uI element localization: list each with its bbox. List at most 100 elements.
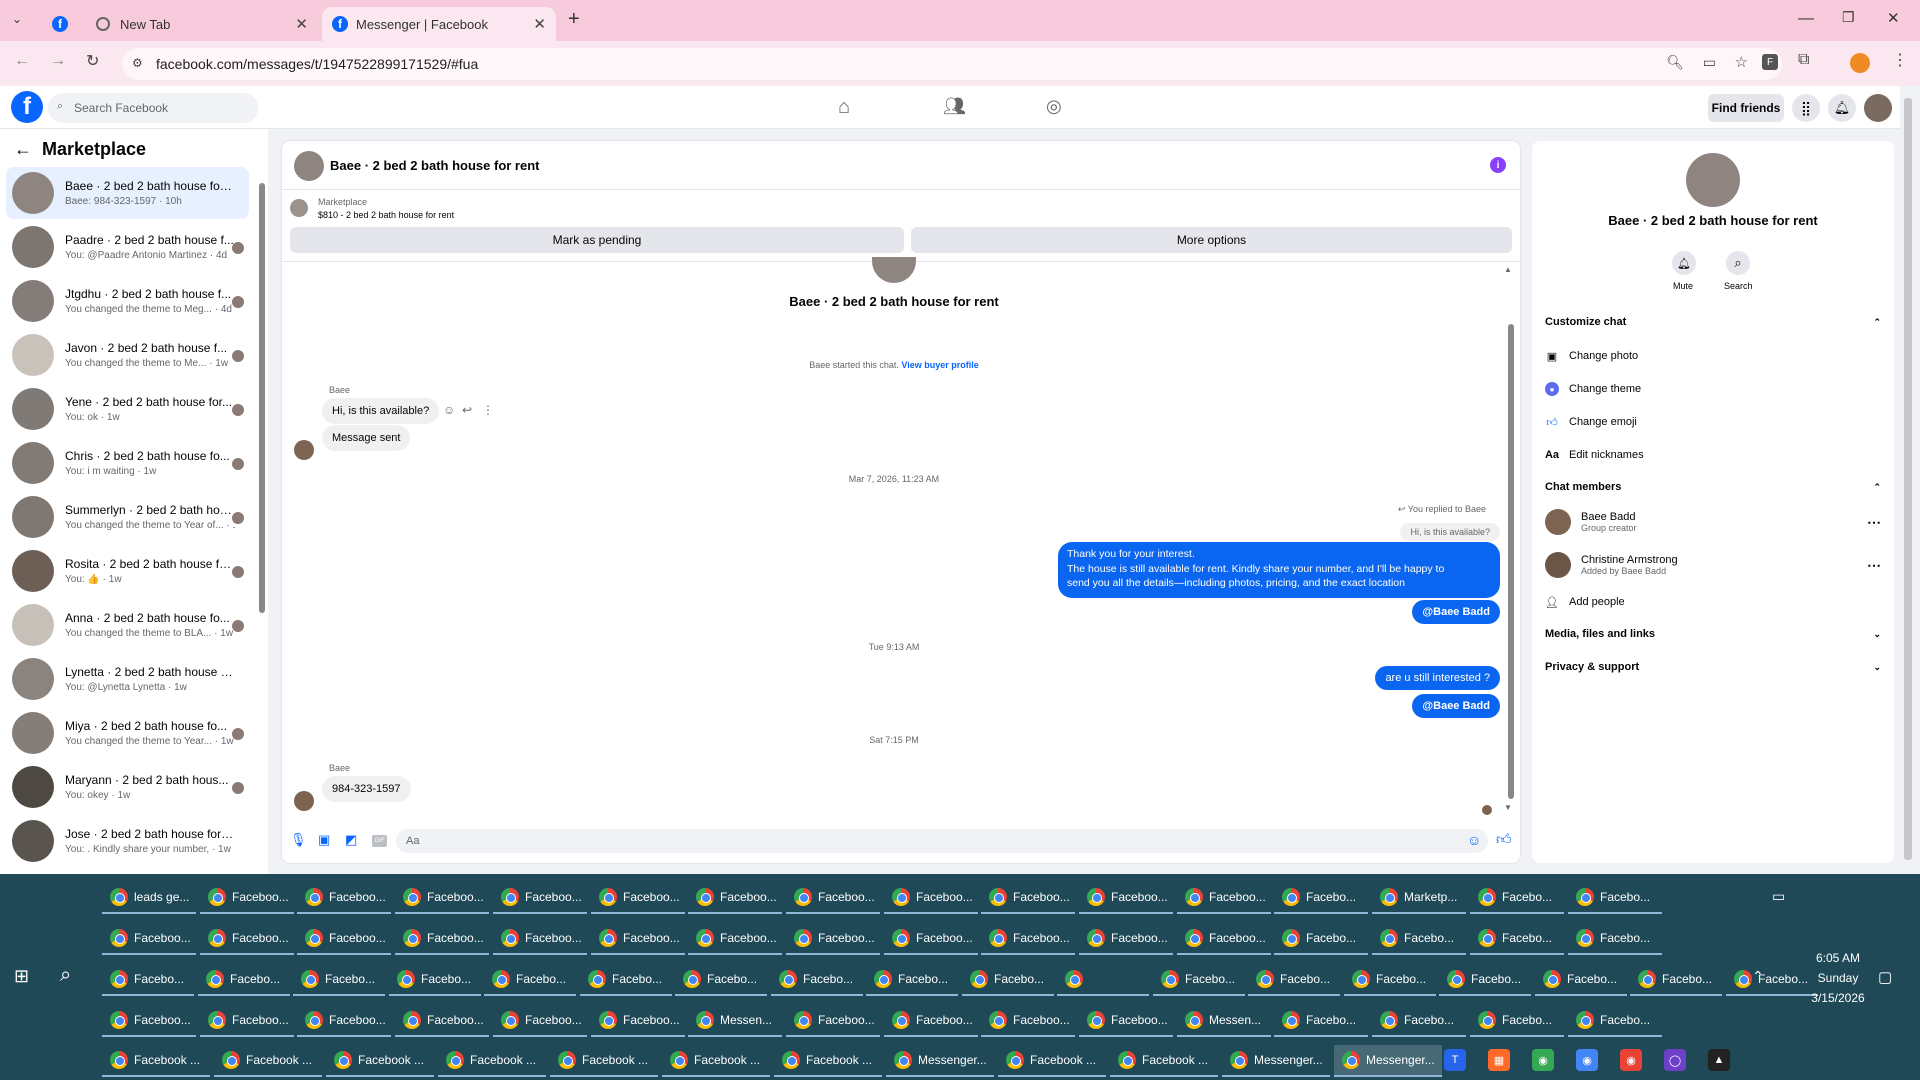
message-bubble[interactable]: Hi, is this available? xyxy=(322,398,440,424)
photo-icon[interactable]: ▣ xyxy=(318,832,330,848)
taskbar-window-button[interactable]: Facebo... xyxy=(198,964,290,996)
reply-message-bubble[interactable]: Thank you for your interest. The house i… xyxy=(1058,542,1500,598)
conversation-item[interactable]: Javon · 2 bed 2 bath house f... You chang… xyxy=(6,329,249,381)
taskbar-window-button[interactable]: Faceboo... xyxy=(493,923,587,955)
windows-start-icon[interactable]: ⊞ xyxy=(14,966,29,987)
taskbar-window-button[interactable]: Facebo... xyxy=(1630,964,1722,996)
pinned-app-icon[interactable]: ◉ xyxy=(1620,1049,1642,1071)
conversation-item[interactable]: Paadre · 2 bed 2 bath house f... You: @Pa… xyxy=(6,221,249,273)
sticker-icon[interactable]: ◩ xyxy=(345,832,357,848)
taskbar-window-button[interactable]: Faceboo... xyxy=(102,1005,196,1037)
taskbar-window-button[interactable]: Faceboo... xyxy=(200,1005,294,1037)
mention-bubble[interactable]: @Baee Badd xyxy=(1412,694,1500,718)
change-emoji-item[interactable]: 👍︎ Change emoji xyxy=(1545,415,1637,429)
conversation-item[interactable]: Miya · 2 bed 2 bath house fo... You chang… xyxy=(6,707,249,759)
groups-icon[interactable]: ◎ xyxy=(1046,96,1062,117)
taskbar-window-button[interactable]: Facebo... xyxy=(1372,923,1466,955)
group-avatar[interactable] xyxy=(1686,153,1740,207)
pinned-app-icon[interactable]: ▦ xyxy=(1488,1049,1510,1071)
show-desktop-icon[interactable]: ▭ xyxy=(1772,888,1785,905)
tab-search-chevron-icon[interactable]: ⌄ xyxy=(12,12,22,26)
tab-messenger[interactable]: f Messenger | Facebook ✕ xyxy=(322,7,556,41)
taskbar-window-button[interactable]: Faceboo... xyxy=(884,1005,978,1037)
member-row[interactable]: Baee Badd Group creator ⋯ xyxy=(1545,509,1881,535)
back-arrow-icon[interactable]: ← xyxy=(14,139,32,160)
close-tab-icon[interactable]: ✕ xyxy=(295,15,308,33)
taskbar-window-button[interactable]: Facebo... xyxy=(1470,882,1564,914)
page-scrollbar[interactable] xyxy=(1904,98,1912,860)
more-options-button[interactable]: More options xyxy=(911,227,1512,253)
taskbar-window-button[interactable]: Marketp... xyxy=(1372,882,1466,914)
taskbar-window-button[interactable]: Facebo... xyxy=(1568,923,1662,955)
list-scrollbar[interactable] xyxy=(259,183,265,613)
taskbar-window-button[interactable]: Facebo... xyxy=(866,964,958,996)
tab-new-tab[interactable]: New Tab ✕ xyxy=(86,7,318,41)
taskbar-window-button[interactable]: Facebo... xyxy=(580,964,672,996)
taskbar-window-button[interactable]: Faceboo... xyxy=(591,882,685,914)
install-icon[interactable]: ▭ xyxy=(1703,54,1716,71)
minimize-icon[interactable]: — xyxy=(1798,10,1814,28)
bookmark-star-icon[interactable]: ☆ xyxy=(1735,53,1748,71)
chrome-menu-icon[interactable]: ⋮ xyxy=(1892,50,1908,70)
edit-nicknames-item[interactable]: Aa Edit nicknames xyxy=(1545,448,1644,462)
taskbar-window-button[interactable]: Messenger... xyxy=(1222,1045,1330,1077)
taskbar-window-button[interactable]: Faceboo... xyxy=(1079,923,1173,955)
extension-icon[interactable]: F xyxy=(1762,54,1778,70)
scroll-up-icon[interactable]: ▲ xyxy=(1504,265,1512,274)
pinned-app-icon[interactable]: ▲ xyxy=(1708,1049,1730,1071)
taskbar-window-button[interactable]: leads ge... xyxy=(102,882,196,914)
message-bubble[interactable]: Message sent xyxy=(322,425,411,451)
taskbar-window-button[interactable]: Faceboo... xyxy=(493,1005,587,1037)
taskbar-window-button[interactable]: Messenger... xyxy=(1334,1045,1442,1077)
taskbar-window-button[interactable]: Faceboo... xyxy=(395,1005,489,1037)
taskbar-window-button[interactable]: Facebo... xyxy=(293,964,385,996)
like-thumb-icon[interactable]: 👍︎ xyxy=(1496,831,1512,849)
conversation-item[interactable]: Chris · 2 bed 2 bath house fo... You: i m… xyxy=(6,437,249,489)
taskbar-window-button[interactable]: Facebo... xyxy=(1439,964,1531,996)
change-theme-item[interactable]: ● Change theme xyxy=(1545,382,1641,396)
taskbar-window-button[interactable]: Facebo... xyxy=(1274,1005,1368,1037)
taskbar-window-button[interactable]: Faceboo... xyxy=(688,923,782,955)
mark-pending-button[interactable]: Mark as pending xyxy=(290,227,904,253)
search-icon[interactable]: ⌕ xyxy=(1726,251,1750,275)
mention-bubble[interactable]: @Baee Badd xyxy=(1412,600,1500,624)
site-info-icon[interactable]: ⚙ xyxy=(132,56,143,70)
taskbar-window-button[interactable]: Faceboo... xyxy=(395,923,489,955)
taskbar-window-button[interactable]: Facebo... xyxy=(484,964,576,996)
conversation-item[interactable]: Lynetta · 2 bed 2 bath house fo... You: @… xyxy=(6,653,249,705)
taskbar-window-button[interactable]: Faceboo... xyxy=(786,1005,880,1037)
taskbar-search-icon[interactable]: ⌕ xyxy=(60,964,71,987)
taskbar-window-button[interactable]: Faceboo... xyxy=(1177,882,1271,914)
taskbar-window-button[interactable]: Faceboo... xyxy=(297,882,391,914)
facebook-search-input[interactable]: ⌕ Search Facebook xyxy=(48,93,258,123)
address-bar[interactable]: ⚙ facebook.com/messages/t/19475228991715… xyxy=(122,48,1782,80)
taskbar-window-button[interactable]: Facebo... xyxy=(1274,882,1368,914)
taskbar-window-button[interactable]: Facebo... xyxy=(1568,882,1662,914)
conversation-item[interactable]: Summerlyn · 2 bed 2 bath hous... You chan… xyxy=(6,491,249,543)
chat-members-section[interactable]: Chat members ⌃ xyxy=(1545,481,1881,493)
privacy-support-section[interactable]: Privacy & support ⌄ xyxy=(1545,661,1881,673)
taskbar-window-button[interactable]: Facebook ... xyxy=(102,1045,210,1077)
taskbar-window-button[interactable]: Facebo... xyxy=(1248,964,1340,996)
home-icon[interactable]: ⌂ xyxy=(838,96,850,119)
taskbar-window-button[interactable]: Facebook ... xyxy=(214,1045,322,1077)
member-row[interactable]: Christine Armstrong Added by Baee Badd ⋯ xyxy=(1545,552,1881,578)
notification-center-icon[interactable]: ▢ xyxy=(1878,968,1892,986)
pinned-app-icon[interactable]: T xyxy=(1444,1049,1466,1071)
taskbar-window-button[interactable]: Facebo... xyxy=(1372,1005,1466,1037)
close-tab-icon[interactable]: ✕ xyxy=(533,15,546,33)
pinned-app-icon[interactable]: ◉ xyxy=(1576,1049,1598,1071)
taskbar-window-button[interactable]: Faceboo... xyxy=(981,882,1075,914)
taskbar-window-button[interactable]: Messen... xyxy=(688,1005,782,1037)
sender-avatar[interactable] xyxy=(294,440,314,460)
taskbar-window-button[interactable]: Faceboo... xyxy=(297,923,391,955)
view-buyer-profile-link[interactable]: View buyer profile xyxy=(901,360,978,370)
taskbar-window-button[interactable]: Facebo... xyxy=(1153,964,1245,996)
friends-icon[interactable]: 👥︎ xyxy=(943,96,966,117)
taskbar-window-button[interactable]: Facebo... xyxy=(1535,964,1627,996)
conversation-item[interactable]: Baee · 2 bed 2 bath house for r... Baee: … xyxy=(6,167,249,219)
taskbar-window-button[interactable]: Facebo... xyxy=(1274,923,1368,955)
microphone-icon[interactable]: 🎙︎ xyxy=(290,832,307,848)
react-emoji-icon[interactable]: ☺ xyxy=(443,403,455,417)
message-bubble[interactable]: are u still interested ? xyxy=(1375,666,1500,690)
